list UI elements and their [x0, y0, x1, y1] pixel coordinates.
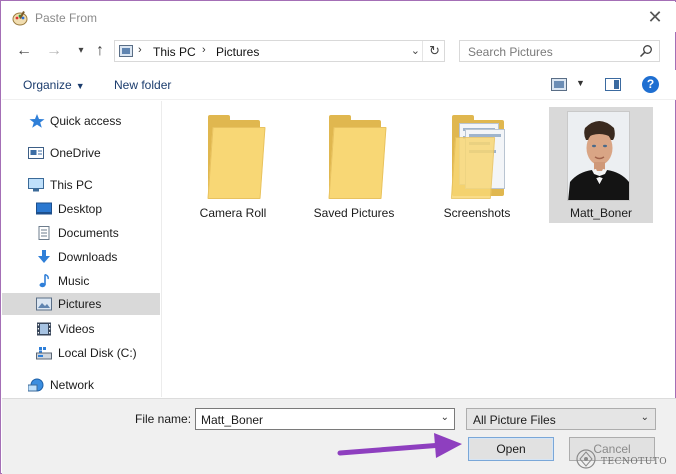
chevron-down-icon: ⌄	[640, 412, 649, 423]
back-button[interactable]: ←	[14, 41, 34, 61]
image-thumbnail	[567, 111, 630, 201]
sidebar-item-this-pc[interactable]: This PC	[2, 174, 160, 196]
navigation-pane: Quick access OneDrive This PC Desktop Do…	[2, 101, 162, 397]
breadcrumb-separator-icon: ›	[202, 44, 206, 56]
file-item-matt-boner[interactable]: Matt_Boner	[549, 107, 653, 223]
sidebar-item-label: Videos	[58, 322, 95, 336]
address-divider	[422, 41, 423, 61]
close-button[interactable]: ✕	[644, 6, 666, 28]
chevron-down-icon[interactable]: ⌄	[441, 412, 449, 423]
breadcrumb-separator-icon: ›	[138, 44, 142, 56]
organize-button[interactable]: Organize ▼	[23, 78, 85, 92]
sidebar-item-quick-access[interactable]: Quick access	[2, 110, 160, 132]
breadcrumb-this-pc[interactable]: This PC	[153, 45, 196, 59]
paint-app-icon	[12, 11, 28, 26]
chevron-down-icon[interactable]: ⌄	[411, 44, 420, 57]
refresh-icon[interactable]: ↻	[429, 43, 440, 59]
pictures-icon	[36, 297, 52, 311]
computer-icon	[28, 178, 44, 192]
sidebar-item-label: This PC	[50, 178, 93, 192]
videos-icon	[37, 322, 51, 336]
sidebar-item-label: Network	[50, 378, 95, 392]
caret-down-icon[interactable]: ▼	[576, 78, 585, 88]
help-icon[interactable]: ?	[642, 76, 659, 93]
watermark: TECNOTUTO	[573, 448, 673, 472]
change-view-icon[interactable]	[551, 78, 567, 91]
annotation-arrow-icon	[337, 433, 462, 458]
onedrive-icon	[28, 147, 44, 159]
forward-button[interactable]: →	[44, 41, 64, 61]
network-icon	[28, 378, 44, 392]
sidebar-item-label: Documents	[58, 226, 119, 240]
address-bar[interactable]: › This PC › Pictures ⌄ ↻	[114, 40, 445, 62]
file-item-screenshots[interactable]: Screenshots	[425, 107, 529, 223]
music-icon	[39, 274, 49, 288]
caret-down-icon: ▼	[75, 81, 85, 91]
title-bar: Paste From ✕	[2, 2, 676, 32]
chevron-down-icon: ▾	[78, 45, 84, 56]
sidebar-item-label: Music	[58, 274, 90, 288]
disk-icon	[36, 347, 52, 360]
file-item-camera-roll[interactable]: Camera Roll	[181, 107, 285, 223]
sidebar-item-music[interactable]: Music	[2, 270, 160, 292]
file-list: Camera Roll Saved Pictures Screenshots M…	[164, 101, 675, 397]
sidebar-item-label: Local Disk (C:)	[58, 346, 137, 360]
sidebar-item-label: Quick access	[50, 114, 122, 128]
command-bar: Organize ▼ New folder ▼ ?	[2, 70, 676, 100]
preview-pane-icon[interactable]	[605, 78, 621, 91]
sidebar-item-label: Desktop	[58, 202, 103, 216]
sidebar-item-label: OneDrive	[50, 146, 101, 160]
file-name-label: File name:	[135, 412, 192, 426]
file-item-saved-pictures[interactable]: Saved Pictures	[302, 107, 406, 223]
file-name: Camera Roll	[199, 206, 267, 220]
sidebar-item-desktop[interactable]: Desktop	[2, 198, 160, 220]
arrow-right-icon: →	[46, 42, 62, 59]
star-icon	[29, 114, 45, 128]
downloads-icon	[38, 250, 50, 263]
search-placeholder: Search Pictures	[468, 45, 553, 59]
sidebar-item-videos[interactable]: Videos	[2, 318, 160, 340]
sidebar-item-label: Pictures	[58, 297, 102, 311]
arrow-up-icon: ↑	[96, 42, 104, 59]
watermark-logo-icon	[576, 449, 596, 469]
new-folder-button[interactable]: New folder	[114, 78, 171, 92]
window-title: Paste From	[35, 11, 98, 25]
pictures-location-icon	[119, 45, 133, 57]
sidebar-item-onedrive[interactable]: OneDrive	[2, 142, 160, 164]
organize-label: Organize	[23, 78, 72, 92]
search-icon	[639, 45, 652, 58]
file-name: Screenshots	[443, 206, 511, 220]
sidebar-item-downloads[interactable]: Downloads	[2, 246, 160, 268]
recent-locations-button[interactable]: ▾	[71, 41, 91, 61]
sidebar-item-pictures[interactable]: Pictures	[2, 293, 160, 315]
sidebar-item-network[interactable]: Network	[2, 374, 160, 396]
file-type-select[interactable]: All Picture Files ⌄	[466, 408, 656, 430]
sidebar-item-local-disk[interactable]: Local Disk (C:)	[2, 342, 160, 364]
documents-icon	[38, 226, 50, 240]
file-dialog: Paste From ✕ ← → ▾ ↑ › This PC › Picture…	[0, 0, 676, 474]
up-button[interactable]: ↑	[90, 41, 110, 61]
file-type-value: All Picture Files	[473, 413, 556, 427]
search-input[interactable]: Search Pictures	[459, 40, 660, 62]
arrow-left-icon: ←	[16, 42, 32, 59]
file-name: Saved Pictures	[313, 206, 395, 220]
navigation-bar: ← → ▾ ↑ › This PC › Pictures ⌄ ↻ Search …	[2, 35, 676, 67]
sidebar-item-label: Downloads	[58, 250, 118, 264]
file-name-value: Matt_Boner	[201, 413, 264, 427]
breadcrumb-pictures[interactable]: Pictures	[216, 45, 259, 59]
close-icon: ✕	[647, 7, 663, 27]
open-button[interactable]: Open	[468, 437, 554, 461]
desktop-icon	[36, 202, 52, 215]
file-name: Matt_Boner	[569, 206, 633, 220]
watermark-text: TECNOTUTO	[601, 457, 668, 467]
portrait-image	[568, 112, 629, 200]
sidebar-item-documents[interactable]: Documents	[2, 222, 160, 244]
